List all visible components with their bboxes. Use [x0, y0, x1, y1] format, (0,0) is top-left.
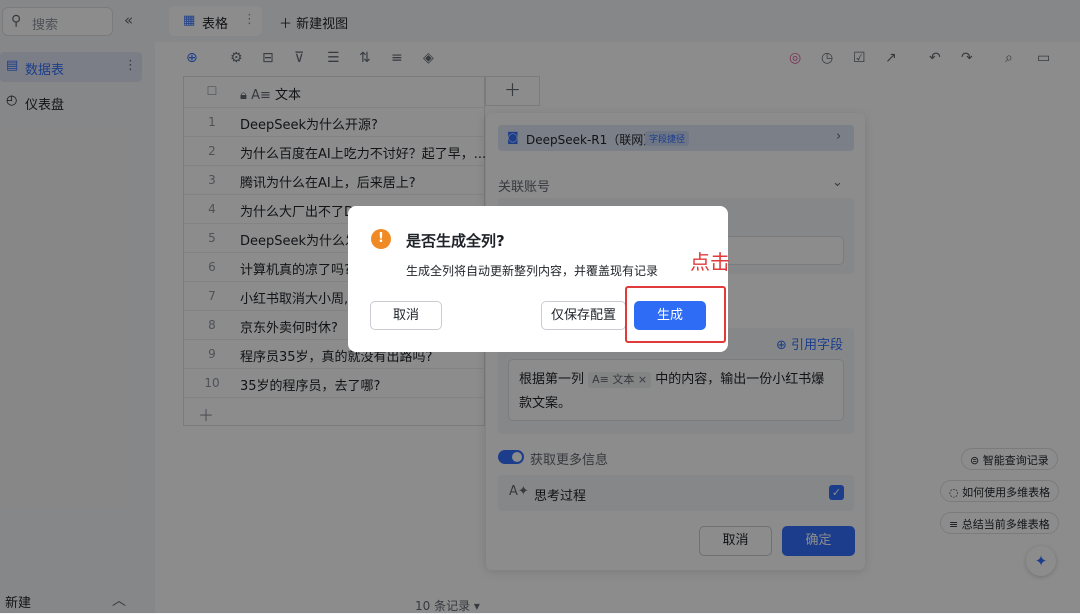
click-highlight-box: [625, 286, 726, 343]
cancel-button[interactable]: 取消: [370, 301, 442, 330]
dialog-title: 是否生成全列?: [406, 232, 505, 250]
save-config-only-button[interactable]: 仅保存配置: [541, 301, 626, 330]
click-annotation: 点击: [690, 250, 730, 274]
warning-icon: !: [371, 229, 391, 249]
dialog-message: 生成全列将自动更新整列内容，并覆盖现有记录: [406, 264, 659, 278]
